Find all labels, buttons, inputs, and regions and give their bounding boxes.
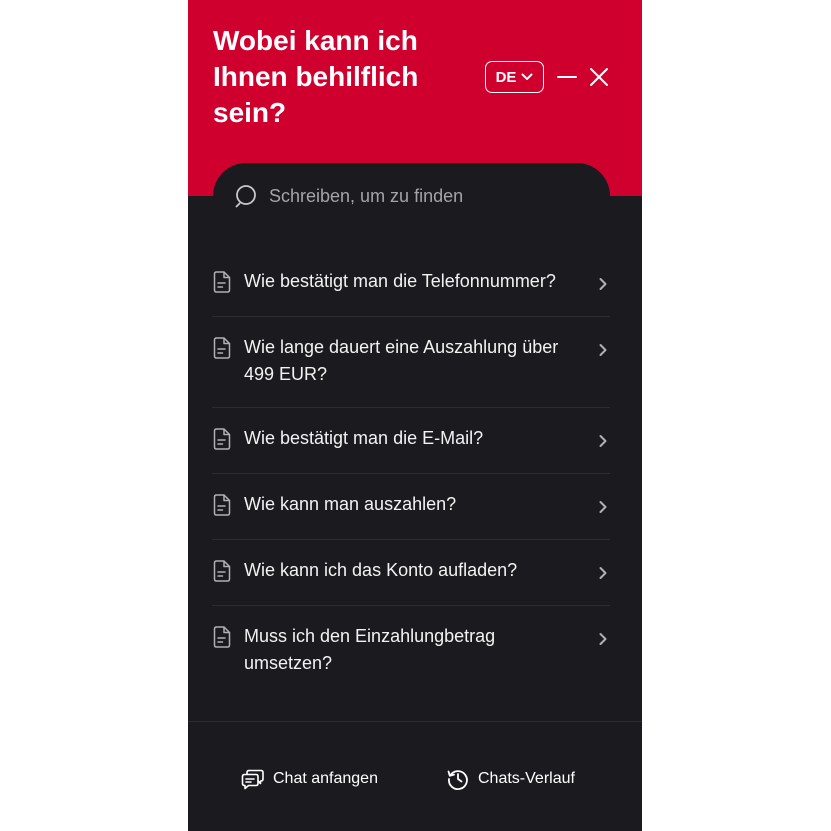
faq-list: Wie bestätigt man die Telefonnummer? Wie…: [212, 251, 610, 697]
title-line: Wobei kann ich: [213, 25, 418, 56]
faq-item-label: Muss ich den Einzahlungbetrag umsetzen?: [244, 626, 496, 673]
document-icon: [213, 626, 231, 648]
document-icon: [213, 428, 231, 450]
chevron-right-icon: [599, 435, 607, 447]
minimize-icon: [557, 76, 577, 78]
search-icon: [235, 185, 256, 208]
faq-item[interactable]: Wie kann man auszahlen?: [212, 474, 610, 540]
faq-item-label: Wie lange dauert eine Auszahlung über 49…: [244, 337, 559, 384]
language-select[interactable]: DE: [485, 61, 544, 93]
close-icon: [590, 68, 608, 86]
chevron-down-icon: [521, 73, 533, 80]
chevron-right-icon: [599, 278, 607, 290]
minimize-button[interactable]: [555, 65, 579, 89]
start-chat-button[interactable]: Chat anfangen: [241, 765, 378, 793]
search-bar[interactable]: [213, 163, 610, 229]
faq-item-label: Wie bestätigt man die E-Mail?: [244, 428, 484, 448]
document-icon: [213, 271, 231, 293]
close-button[interactable]: [587, 65, 611, 89]
page-title: Wobei kann ich Ihnen behilflich sein?: [213, 23, 463, 131]
start-chat-label: Chat anfangen: [273, 770, 378, 787]
document-icon: [213, 560, 231, 582]
faq-item[interactable]: Muss ich den Einzahlungbetrag umsetzen?: [212, 606, 610, 697]
search-input[interactable]: [269, 181, 589, 211]
document-icon: [213, 494, 231, 516]
help-widget: Wobei kann ich Ihnen behilflich sein? DE: [188, 0, 642, 831]
faq-item[interactable]: Wie lange dauert eine Auszahlung über 49…: [212, 317, 610, 408]
document-icon: [213, 337, 231, 359]
chat-bubbles-icon: [241, 769, 264, 790]
chat-history-label: Chats-Verlauf: [478, 770, 575, 787]
chat-history-button[interactable]: Chats-Verlauf: [446, 765, 575, 793]
faq-item[interactable]: Wie kann ich das Konto aufladen?: [212, 540, 610, 606]
faq-item[interactable]: Wie bestätigt man die Telefonnummer?: [212, 251, 610, 317]
chevron-right-icon: [599, 501, 607, 513]
faq-item-label: Wie kann man auszahlen?: [244, 494, 457, 514]
faq-item-label: Wie bestätigt man die Telefonnummer?: [244, 271, 556, 291]
history-icon: [447, 770, 468, 790]
chevron-right-icon: [599, 344, 607, 356]
faq-item[interactable]: Wie bestätigt man die E-Mail?: [212, 408, 610, 474]
title-line: sein?: [213, 97, 287, 128]
chevron-right-icon: [599, 567, 607, 579]
language-value: DE: [495, 68, 517, 86]
faq-item-label: Wie kann ich das Konto aufladen?: [244, 560, 518, 580]
chevron-right-icon: [599, 633, 607, 645]
title-line: Ihnen behilflich: [213, 61, 419, 92]
footer-divider: [188, 721, 642, 722]
